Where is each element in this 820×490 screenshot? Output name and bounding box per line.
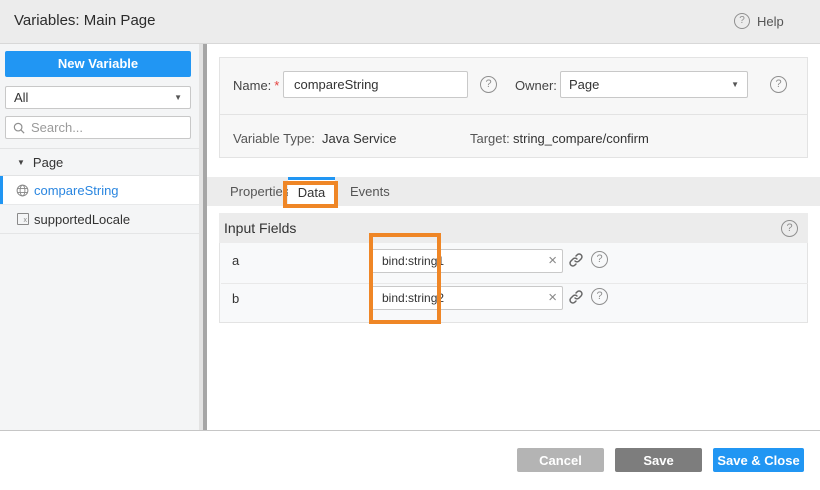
search-input[interactable] (31, 120, 183, 135)
clear-icon[interactable]: × (548, 251, 557, 271)
input-fields-body: a × ? b × ? (219, 243, 808, 323)
card-divider (220, 114, 807, 115)
owner-selected-value: Page (569, 77, 599, 92)
variable-summary-card: Name:* ? Owner:* Page ▼ ? Variable Type:… (219, 57, 808, 158)
row-divider (221, 283, 808, 284)
target-label: Target: (470, 131, 510, 146)
save-and-close-button[interactable]: Save & Close (713, 448, 804, 472)
selection-indicator (0, 176, 3, 204)
tree-item-label: supportedLocale (34, 212, 130, 227)
owner-label: Owner:* (515, 78, 565, 93)
variable-type-value: Java Service (322, 131, 396, 146)
footer-divider (0, 430, 820, 431)
save-button[interactable]: Save (615, 448, 702, 472)
chevron-down-icon: ▼ (731, 80, 739, 89)
input-fields-title: Input Fields (224, 220, 296, 236)
tab-data[interactable]: Data (288, 177, 335, 206)
target-value: string_compare/confirm (513, 131, 649, 146)
variable-type-label: Variable Type: (233, 131, 315, 146)
name-help-icon[interactable]: ? (480, 76, 497, 93)
search-icon (13, 122, 25, 134)
variables-sidebar: New Variable All ▼ ▼ Page (0, 44, 199, 430)
tab-events[interactable]: Events (350, 177, 390, 206)
required-asterisk: * (274, 78, 279, 93)
owner-help-icon[interactable]: ? (770, 76, 787, 93)
bind-field-a: × (371, 249, 563, 273)
param-help-icon[interactable]: ? (591, 288, 608, 305)
variable-filter-select[interactable]: All ▼ (5, 86, 191, 109)
cancel-button[interactable]: Cancel (517, 448, 604, 472)
panel-splitter-scrollbar[interactable] (199, 44, 207, 430)
clear-icon[interactable]: × (548, 288, 557, 308)
tree-expander-icon[interactable]: ▼ (17, 158, 25, 167)
chevron-down-icon: ▼ (174, 93, 182, 102)
help-button[interactable]: ? Help (734, 13, 784, 29)
bind-input-a[interactable] (371, 249, 563, 273)
java-service-icon (16, 184, 29, 197)
bind-input-b[interactable] (371, 286, 563, 310)
variable-icon: x (17, 213, 29, 225)
help-label: Help (757, 14, 784, 29)
bind-link-icon[interactable] (568, 289, 584, 305)
help-question-icon: ? (734, 13, 750, 29)
variables-dialog: Variables: Main Page ? Help New Variable… (0, 0, 820, 490)
param-label-b: b (232, 291, 239, 306)
tree-group-page[interactable]: ▼ Page (0, 148, 199, 176)
tree-item-comparestring[interactable]: compareString (0, 176, 199, 205)
filter-selected-value: All (14, 90, 28, 105)
param-help-icon[interactable]: ? (591, 251, 608, 268)
tree-group-label: Page (33, 155, 63, 170)
bind-link-icon[interactable] (568, 252, 584, 268)
owner-select[interactable]: Page ▼ (560, 71, 748, 98)
input-fields-help-icon[interactable]: ? (781, 220, 798, 237)
input-fields-header: Input Fields ? (219, 213, 808, 243)
param-label-a: a (232, 253, 239, 268)
name-input[interactable] (283, 71, 468, 98)
tab-properties[interactable]: Properties (230, 177, 289, 206)
name-label: Name:* (233, 78, 279, 93)
bind-field-b: × (371, 286, 563, 310)
variable-search[interactable] (5, 116, 191, 139)
dialog-header: Variables: Main Page ? Help (0, 0, 820, 44)
tree-item-label: compareString (34, 183, 119, 198)
new-variable-button[interactable]: New Variable (5, 51, 191, 77)
page-title: Variables: Main Page (14, 12, 155, 29)
tree-item-supportedlocale[interactable]: x supportedLocale (0, 205, 199, 234)
